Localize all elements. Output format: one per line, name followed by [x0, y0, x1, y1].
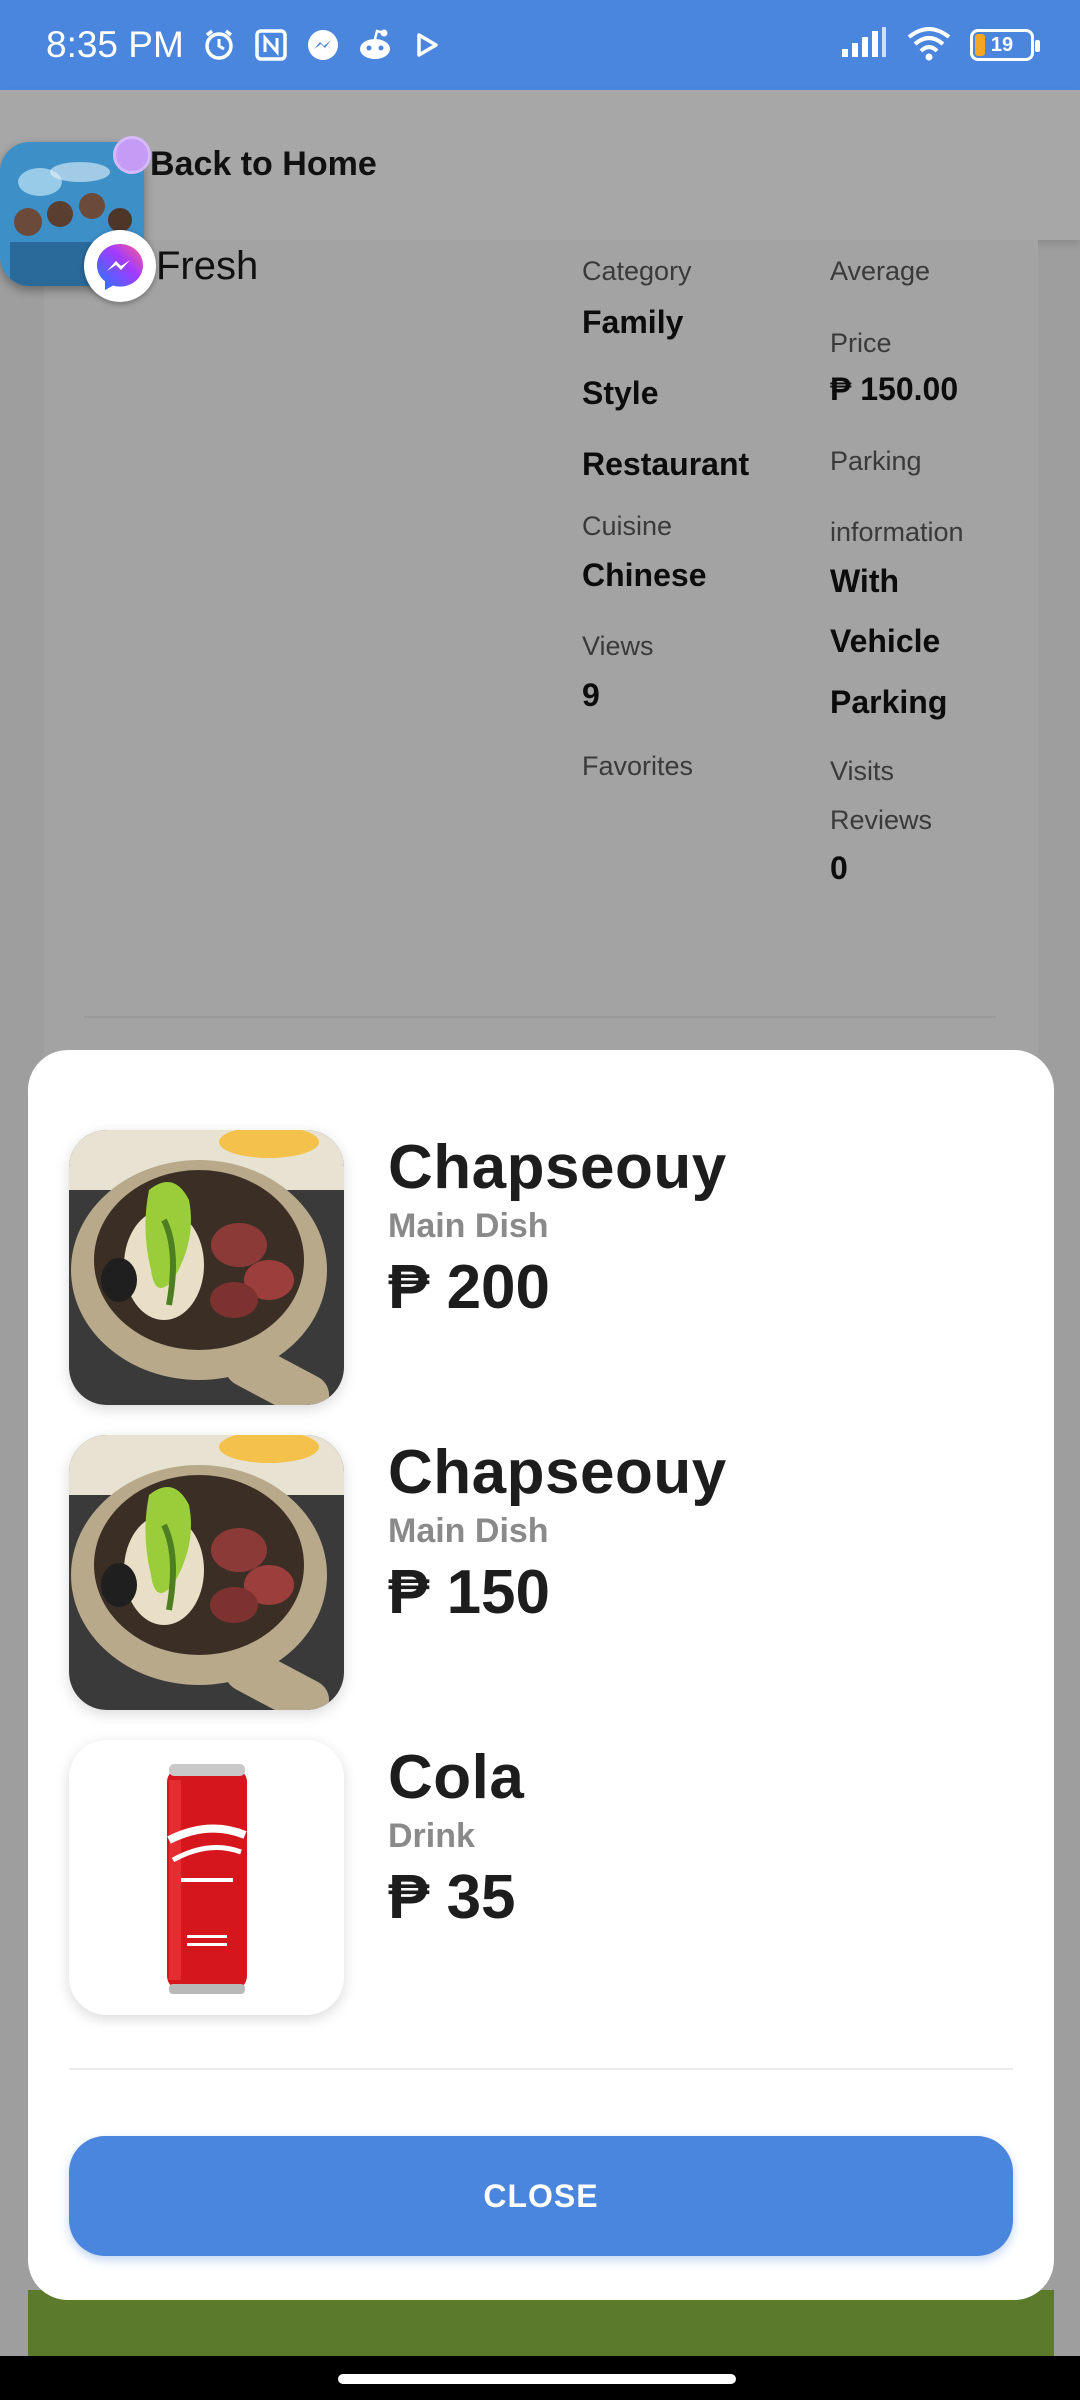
views-label: Views [582, 631, 654, 661]
messenger-badge-icon [84, 230, 156, 302]
category-value-line-3: Restaurant [582, 446, 750, 482]
wifi-icon [906, 25, 952, 66]
messenger-icon [304, 26, 342, 64]
reviews-value: 0 [830, 850, 848, 886]
status-time: 8:35 PM [46, 24, 184, 65]
signal-icon [840, 26, 888, 64]
parking-value-line-3: Parking [830, 684, 948, 720]
details-right-column: Average Price ₱ 150.00 Parking informati… [830, 247, 964, 891]
menu-item-price: ₱ 200 [388, 1253, 551, 1322]
menu-item-price: ₱ 35 [388, 1863, 516, 1932]
category-value-line-2: Style [582, 375, 659, 411]
menu-item[interactable]: Chapseouy Main Dish ₱ 150 [69, 1435, 989, 1710]
average-price-value: ₱ 150.00 [830, 371, 959, 407]
favorites-label: Favorites [582, 751, 694, 781]
status-bar: 8:35 PM 19 [0, 0, 1080, 90]
battery-icon: 19 [970, 29, 1040, 61]
notification-icons [200, 26, 446, 64]
menu-item-name: Chapseouy [388, 1133, 727, 1202]
system-icons: 19 [840, 25, 1040, 66]
menu-item-category: Main Dish [388, 1512, 549, 1550]
restaurant-name: Fresh [156, 244, 259, 288]
menu-item-text: Chapseouy Main Dish ₱ 150 [388, 1435, 727, 1710]
home-gesture-handle[interactable] [338, 2374, 736, 2384]
claypot-dish-image [69, 1435, 344, 1710]
menu-item-text: Chapseouy Main Dish ₱ 200 [388, 1130, 727, 1405]
cuisine-value: Chinese [582, 557, 707, 593]
claypot-dish-image [69, 1130, 344, 1405]
parking-value-line-1: With [830, 563, 900, 599]
parking-label-line-2: information [830, 517, 964, 547]
menu-item-name: Cola [388, 1743, 525, 1812]
reddit-icon [356, 26, 394, 64]
category-value-line-1: Family [582, 304, 684, 340]
parking-value-line-2: Vehicle [830, 623, 941, 659]
price-label-line-1: Average [830, 256, 931, 286]
modal-divider [69, 2068, 1013, 2070]
menu-modal: Chapseouy Main Dish ₱ 200 Chapseouy Main… [28, 1050, 1054, 2300]
background-footer-strip [28, 2290, 1054, 2360]
views-value: 9 [582, 677, 600, 713]
menu-item-text: Cola Drink ₱ 35 [388, 1740, 524, 2015]
visits-label: Visits [830, 756, 895, 786]
menu-item-category: Main Dish [388, 1207, 549, 1245]
play-icon [408, 26, 446, 64]
menu-item[interactable]: Cola Drink ₱ 35 [69, 1740, 989, 2015]
nfc-icon [252, 26, 290, 64]
menu-item-price: ₱ 150 [388, 1558, 551, 1627]
cola-can-image [69, 1740, 344, 2015]
menu-item-category: Drink [388, 1817, 475, 1855]
close-button[interactable]: CLOSE [69, 2136, 1013, 2256]
chat-notification-dot [113, 136, 151, 174]
price-label-line-2: Price [830, 328, 892, 358]
details-divider [84, 1016, 996, 1018]
back-to-home-link[interactable]: Back to Home [150, 145, 377, 184]
battery-level: 19 [990, 33, 1014, 56]
cuisine-label: Cuisine [582, 511, 673, 541]
alarm-icon [200, 26, 238, 64]
menu-item[interactable]: Chapseouy Main Dish ₱ 200 [69, 1130, 989, 1405]
parking-label-line-1: Parking [830, 446, 922, 476]
reviews-label: Reviews [830, 805, 933, 835]
details-left-column: Category Family Style Restaurant Cuisine… [582, 247, 749, 790]
menu-item-name: Chapseouy [388, 1438, 727, 1507]
